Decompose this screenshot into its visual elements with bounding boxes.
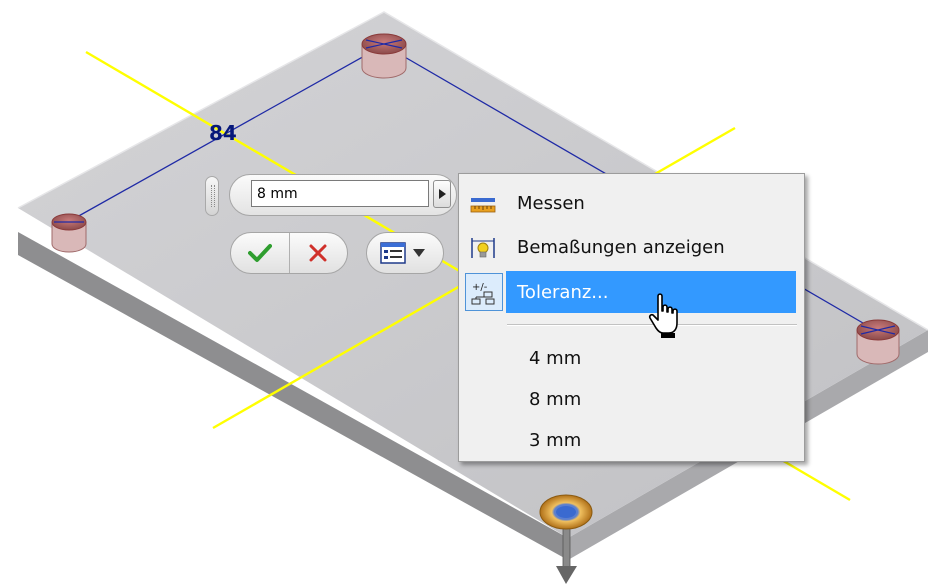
menu-recent-value[interactable]: 3 mm bbox=[461, 421, 802, 459]
menu-item-measure[interactable]: Messen bbox=[461, 182, 802, 224]
dimension-value-menu-arrow[interactable] bbox=[433, 180, 451, 208]
confirm-cancel-group bbox=[230, 232, 348, 274]
menu-item-label: Messen bbox=[517, 193, 585, 214]
menu-recent-value[interactable]: 8 mm bbox=[461, 380, 802, 418]
recent-value-label: 3 mm bbox=[529, 430, 582, 451]
recent-value-label: 4 mm bbox=[529, 348, 582, 369]
menu-item-show-dimensions[interactable]: Bemaßungen anzeigen bbox=[461, 226, 802, 268]
menu-item-tolerance[interactable]: +/- Toleranz... bbox=[461, 271, 802, 313]
list-options-icon bbox=[380, 242, 406, 264]
tolerance-icon: +/- bbox=[471, 282, 495, 305]
ok-button[interactable] bbox=[231, 233, 290, 273]
options-dropdown-button[interactable] bbox=[366, 232, 444, 274]
dimension-context-menu: Messen Bemaßungen anzeigen +/- Toleranz.… bbox=[458, 173, 805, 462]
menu-recent-value[interactable]: 4 mm bbox=[461, 339, 802, 377]
hole-feature-right bbox=[856, 319, 900, 365]
dimension-value-input[interactable] bbox=[251, 180, 429, 207]
x-icon bbox=[309, 244, 327, 262]
chevron-down-icon bbox=[413, 249, 425, 257]
ruler-icon bbox=[470, 198, 496, 213]
cancel-button[interactable] bbox=[290, 233, 347, 273]
menu-item-label: Toleranz... bbox=[517, 282, 609, 303]
checkmark-icon bbox=[248, 244, 272, 262]
recent-value-label: 8 mm bbox=[529, 389, 582, 410]
show-dimensions-icon bbox=[471, 238, 495, 258]
hole-feature-top bbox=[361, 33, 407, 79]
hole-feature-left bbox=[51, 213, 87, 253]
svg-text:+/-: +/- bbox=[472, 282, 488, 293]
dimension-value-label[interactable]: 84 bbox=[209, 121, 237, 145]
hand-pointer-cursor-icon bbox=[648, 293, 678, 338]
menu-item-label: Bemaßungen anzeigen bbox=[517, 237, 725, 258]
toolbar-grip-handle[interactable] bbox=[205, 176, 219, 216]
